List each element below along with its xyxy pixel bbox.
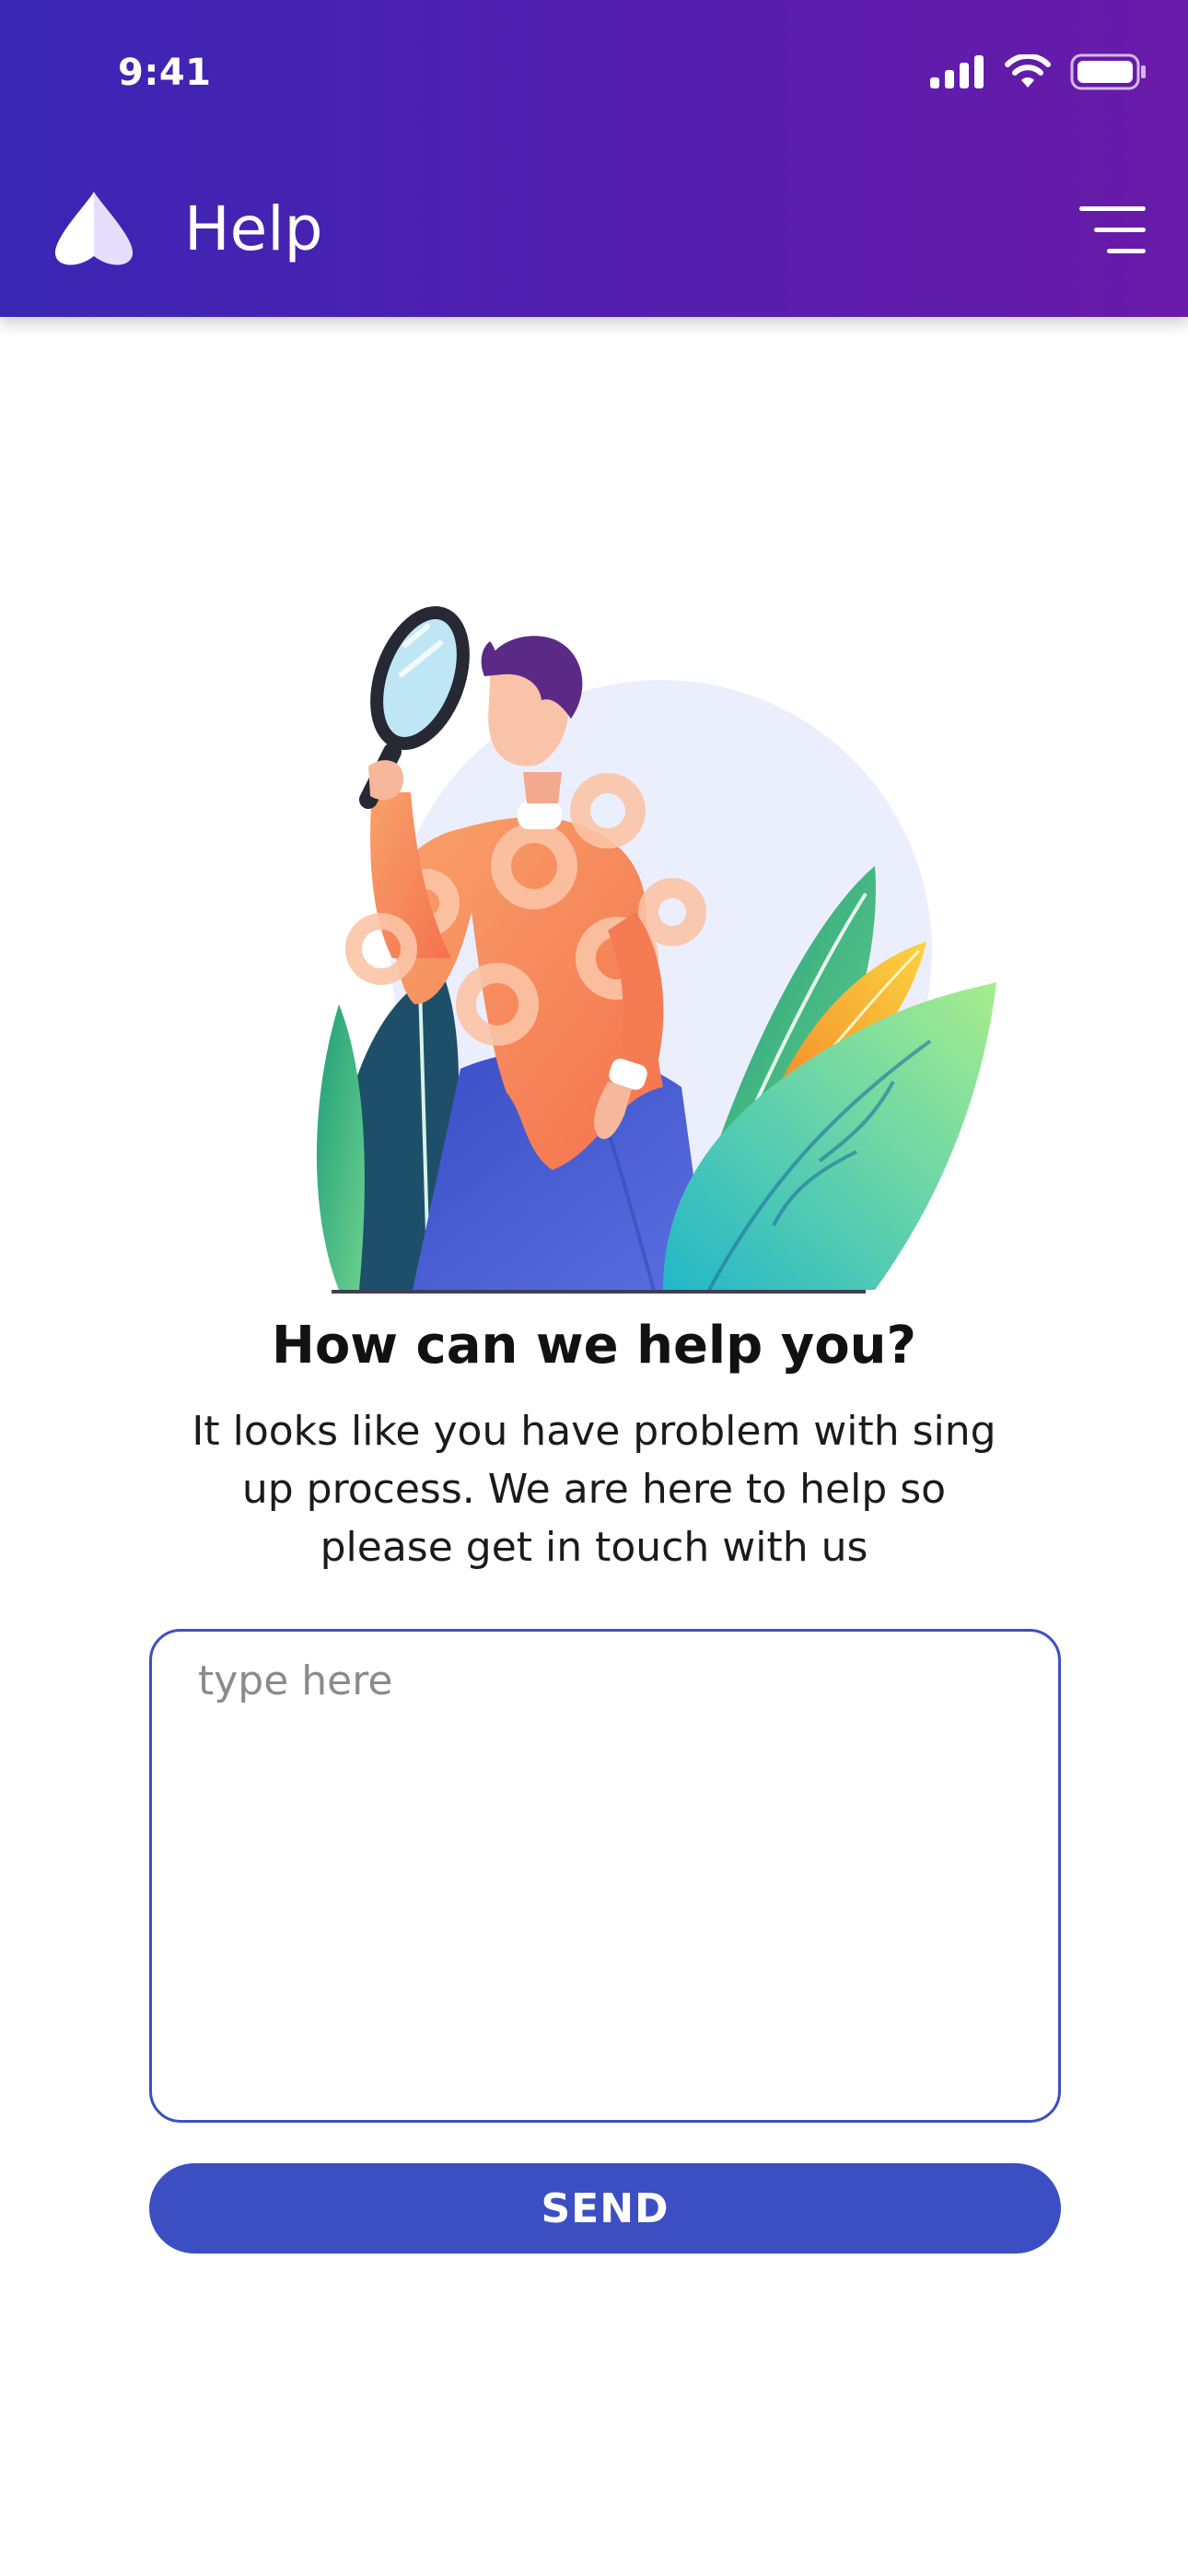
send-button[interactable]: SEND: [149, 2163, 1061, 2254]
neck: [523, 772, 562, 803]
battery-icon: [1070, 53, 1146, 90]
app-logo-icon: [54, 192, 134, 265]
magnifying-glass: [370, 605, 470, 751]
wifi-icon: [1005, 54, 1051, 88]
collar: [518, 802, 562, 829]
page-title: Help: [184, 193, 323, 264]
hamburger-menu-icon[interactable]: [1077, 205, 1147, 256]
status-time: 9:41: [118, 52, 212, 94]
help-heading: How can we help you?: [271, 1316, 917, 1376]
message-input[interactable]: [149, 1629, 1061, 2123]
status-icons: [930, 53, 1147, 90]
cellular-signal-icon: [930, 55, 984, 88]
person-with-magnifying-glass-illustration: [316, 605, 996, 1294]
help-screen: 9:41 Help How can we help you? It looks …: [0, 0, 1188, 2576]
app-header: 9:41 Help: [0, 0, 1188, 317]
help-description: It looks like you have problem with sing…: [192, 1408, 996, 1571]
